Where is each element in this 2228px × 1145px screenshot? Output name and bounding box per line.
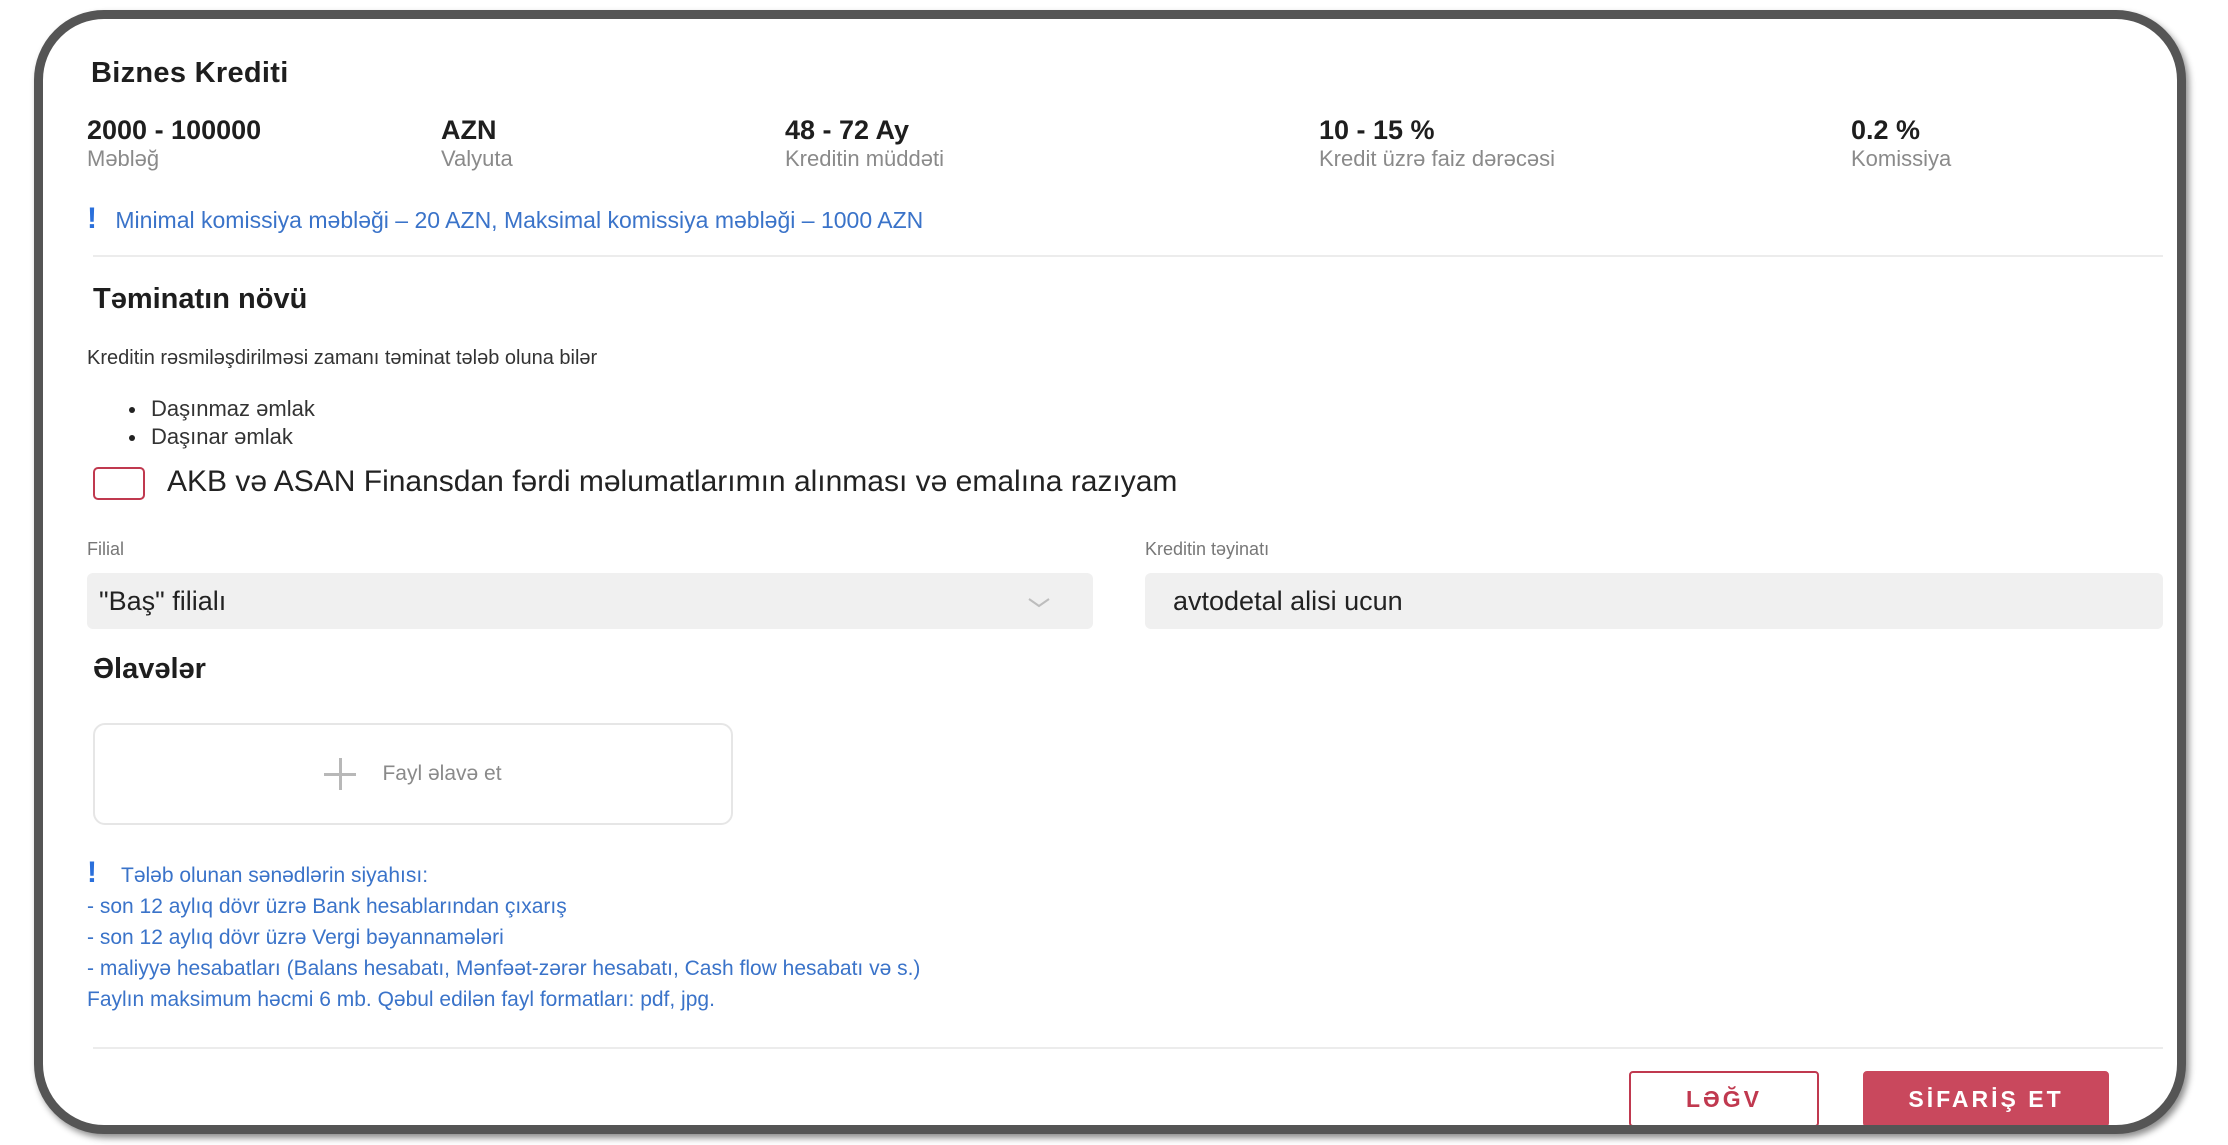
branch-select[interactable]: "Baş" filialı bbox=[87, 573, 1093, 629]
stat-value: 0.2 % bbox=[1851, 115, 1921, 145]
stat-label: Kredit üzrə faiz dərəcəsi bbox=[1319, 146, 1555, 171]
stat-label: Komissiya bbox=[1851, 146, 1952, 171]
commission-note: ! Minimal komissiya məbləği – 20 AZN, Ma… bbox=[87, 202, 923, 236]
plus-icon bbox=[324, 758, 357, 790]
stat-interest: 10 - 15 % Kredit üzrə faiz dərəcəsi bbox=[1319, 115, 1555, 172]
cancel-button[interactable]: LƏĞV bbox=[1629, 1071, 1819, 1125]
requirements-block: ! Tələb olunan sənədlərin siyahısı: - son… bbox=[87, 857, 920, 1015]
stat-term: 48 - 72 Ay Kreditin müddəti bbox=[785, 115, 944, 172]
stat-label: Məbləğ bbox=[87, 146, 160, 171]
stat-commission: 0.2 % Komissiya bbox=[1851, 115, 1951, 172]
stat-amount: 2000 - 100000 Məbləğ bbox=[87, 115, 261, 172]
purpose-label: Kreditin təyinatı bbox=[1145, 539, 1270, 559]
consent-checkbox[interactable] bbox=[93, 467, 145, 500]
chevron-down-icon bbox=[1028, 598, 1050, 608]
branch-value: "Baş" filialı bbox=[99, 585, 227, 616]
add-file-label: Fayl əlavə et bbox=[382, 762, 502, 785]
commission-note-text: Minimal komissiya məbləği – 20 AZN, Maks… bbox=[115, 207, 924, 233]
exclamation-icon: ! bbox=[87, 856, 97, 889]
exclamation-icon: ! bbox=[87, 202, 97, 235]
stat-label: Kreditin müddəti bbox=[785, 146, 944, 171]
divider bbox=[93, 1047, 2163, 1049]
file-limits-note: Faylın maksimum həcmi 6 mb. Qəbul edilən… bbox=[87, 988, 715, 1011]
purpose-value: avtodetal alisi ucun bbox=[1173, 585, 1403, 616]
list-item: Daşınar əmlak bbox=[121, 423, 315, 451]
consent-label: AKB və ASAN Finansdan fərdi məlumatlarım… bbox=[167, 465, 1178, 498]
loan-application-card: Biznes Krediti 2000 - 100000 Məbləğ AZN … bbox=[34, 10, 2186, 1134]
requirement-line: - son 12 aylıq dövr üzrə Vergi bəyannamə… bbox=[87, 926, 504, 949]
stat-value: 10 - 15 % bbox=[1319, 115, 1435, 145]
submit-order-button[interactable]: SİFARİŞ ET bbox=[1863, 1071, 2109, 1125]
stat-value: 48 - 72 Ay bbox=[785, 115, 910, 145]
add-file-button[interactable]: Fayl əlavə et bbox=[93, 723, 733, 825]
collateral-list: Daşınmaz əmlak Daşınar əmlak bbox=[121, 395, 315, 451]
requirements-heading: ! Tələb olunan sənədlərin siyahısı: bbox=[87, 857, 920, 891]
requirement-line: - maliyyə hesabatları (Balans hesabatı, … bbox=[87, 957, 921, 980]
attachments-title: Əlavələr bbox=[93, 653, 206, 685]
loan-title: Biznes Krediti bbox=[91, 57, 289, 89]
stat-value: AZN bbox=[441, 115, 497, 145]
collateral-description: Kreditin rəsmiləşdirilməsi zamanı təmina… bbox=[87, 347, 598, 369]
purpose-input[interactable]: avtodetal alisi ucun bbox=[1145, 573, 2163, 629]
stat-label: Valyuta bbox=[441, 146, 513, 171]
requirement-line: - son 12 aylıq dövr üzrə Bank hesabların… bbox=[87, 895, 567, 918]
stat-value: 2000 - 100000 bbox=[87, 115, 262, 145]
divider bbox=[93, 255, 2163, 257]
requirements-heading-text: Tələb olunan sənədlərin siyahısı: bbox=[121, 864, 429, 887]
list-item: Daşınmaz əmlak bbox=[121, 395, 315, 423]
branch-label: Filial bbox=[87, 539, 125, 559]
stat-currency: AZN Valyuta bbox=[441, 115, 513, 172]
collateral-title: Təminatın növü bbox=[93, 283, 308, 315]
